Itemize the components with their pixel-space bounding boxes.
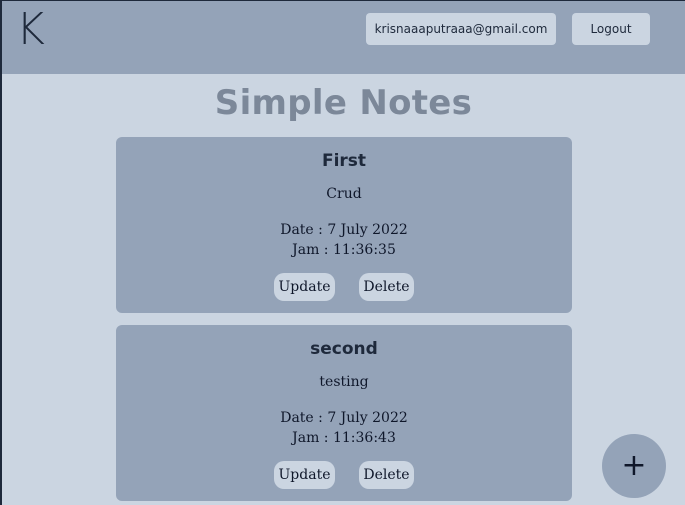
delete-button[interactable]: Delete <box>359 273 414 301</box>
plus-icon: + <box>621 448 647 483</box>
header-bar: K krisnaaaputraaa@gmail.com Logout <box>2 1 685 74</box>
delete-button[interactable]: Delete <box>359 461 414 489</box>
app-logo[interactable]: K <box>16 5 45 55</box>
note-card: First Crud Date : 7 July 2022 Jam : 11:3… <box>116 137 572 313</box>
add-note-button[interactable]: + <box>602 434 666 498</box>
update-button[interactable]: Update <box>274 273 335 301</box>
page-title: Simple Notes <box>214 83 473 123</box>
user-email-badge[interactable]: krisnaaaputraaa@gmail.com <box>366 13 556 45</box>
note-title: First <box>321 151 367 171</box>
note-date: Date : 7 July 2022 <box>280 410 408 426</box>
note-date: Date : 7 July 2022 <box>280 222 408 238</box>
update-button[interactable]: Update <box>274 461 335 489</box>
note-time: Jam : 11:36:35 <box>292 242 396 258</box>
note-time: Jam : 11:36:43 <box>292 430 396 446</box>
note-title: second <box>310 339 378 359</box>
note-body: testing <box>319 374 369 390</box>
note-body: Crud <box>326 186 362 202</box>
note-card: second testing Date : 7 July 2022 Jam : … <box>116 325 572 501</box>
logout-button[interactable]: Logout <box>572 13 650 45</box>
